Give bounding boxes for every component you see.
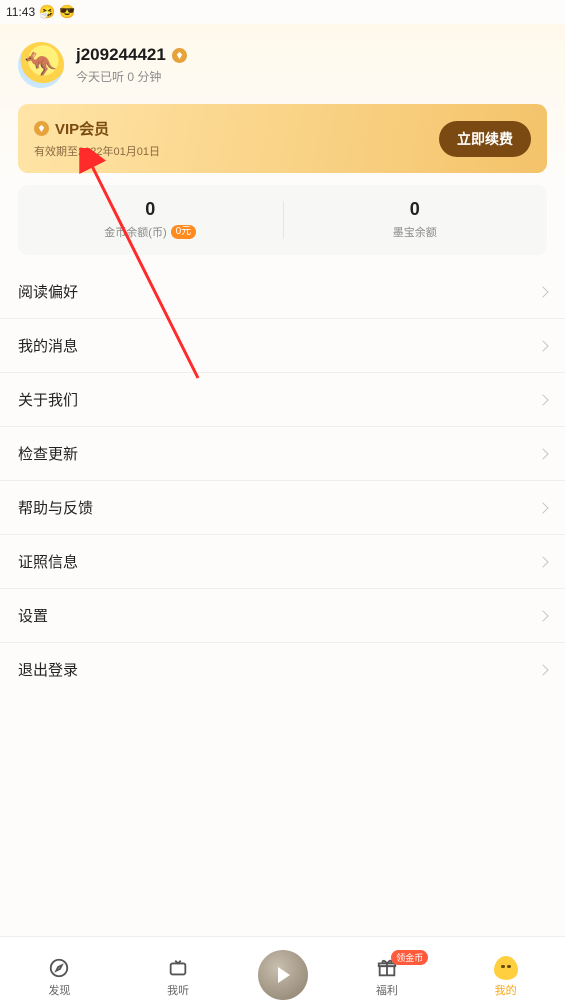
status-bar: 11:43 🤧 😎 xyxy=(0,0,565,24)
tab-discover[interactable]: 发现 xyxy=(0,956,119,998)
menu-label: 帮助与反馈 xyxy=(18,497,93,518)
tv-icon xyxy=(166,956,190,980)
menu-label: 检查更新 xyxy=(18,443,78,464)
vip-title-text: VIP会员 xyxy=(55,118,109,139)
coin-pill: 0元 xyxy=(171,225,197,239)
mobao-value: 0 xyxy=(283,199,548,220)
menu-label: 阅读偏好 xyxy=(18,281,78,302)
coin-label: 金币余额(币) xyxy=(104,224,166,240)
compass-icon xyxy=(47,956,71,980)
username: j209244421 xyxy=(76,45,166,65)
mine-icon xyxy=(494,956,518,980)
diamond-icon xyxy=(34,121,49,136)
tab-label: 我听 xyxy=(167,982,189,998)
menu-label: 退出登录 xyxy=(18,659,78,680)
vip-expiry-text: 有效期至2122年01月01日 xyxy=(34,143,160,159)
chevron-right-icon xyxy=(537,394,548,405)
notif-icon: 🤧 xyxy=(39,4,55,20)
menu-reading-pref[interactable]: 阅读偏好 xyxy=(0,265,565,319)
play-icon xyxy=(278,967,290,983)
chevron-right-icon xyxy=(537,286,548,297)
vip-badge-icon xyxy=(172,48,187,63)
status-time: 11:43 xyxy=(6,5,35,19)
chevron-right-icon xyxy=(537,556,548,567)
menu-settings[interactable]: 设置 xyxy=(0,589,565,643)
menu-check-update[interactable]: 检查更新 xyxy=(0,427,565,481)
vip-card[interactable]: VIP会员 有效期至2122年01月01日 立即续费 xyxy=(18,104,547,173)
menu-messages[interactable]: 我的消息 xyxy=(0,319,565,373)
tab-play-center[interactable] xyxy=(238,950,328,998)
tab-welfare[interactable]: 领金币 福利 xyxy=(328,956,447,998)
menu-label: 设置 xyxy=(18,605,48,626)
chevron-right-icon xyxy=(537,340,548,351)
balance-card: 0 金币余额(币) 0元 0 墨宝余额 xyxy=(18,185,547,255)
coin-balance[interactable]: 0 金币余额(币) 0元 xyxy=(18,199,283,241)
menu-label: 我的消息 xyxy=(18,335,78,356)
menu-label: 证照信息 xyxy=(18,551,78,572)
menu-label: 关于我们 xyxy=(18,389,78,410)
settings-menu: 阅读偏好 我的消息 关于我们 检查更新 帮助与反馈 证照信息 设置 退出登录 xyxy=(0,265,565,696)
menu-license[interactable]: 证照信息 xyxy=(0,535,565,589)
chevron-right-icon xyxy=(537,664,548,675)
mobao-balance[interactable]: 0 墨宝余额 xyxy=(283,199,548,241)
chevron-right-icon xyxy=(537,448,548,459)
menu-about[interactable]: 关于我们 xyxy=(0,373,565,427)
tab-mine[interactable]: 我的 xyxy=(446,956,565,998)
menu-help[interactable]: 帮助与反馈 xyxy=(0,481,565,535)
tab-label: 福利 xyxy=(376,982,398,998)
tab-label: 我的 xyxy=(495,982,517,998)
avatar[interactable] xyxy=(18,42,64,88)
listen-today-text: 今天已听 0 分钟 xyxy=(76,68,187,85)
chevron-right-icon xyxy=(537,502,548,513)
profile-header[interactable]: j209244421 今天已听 0 分钟 xyxy=(18,34,547,98)
tab-label: 发现 xyxy=(48,982,70,998)
tab-bar: 发现 我听 领金币 福利 我的 xyxy=(0,936,565,1004)
tab-listen[interactable]: 我听 xyxy=(119,956,238,998)
chevron-right-icon xyxy=(537,610,548,621)
play-button[interactable] xyxy=(258,950,308,1000)
welfare-badge: 领金币 xyxy=(391,950,428,965)
mobao-label: 墨宝余额 xyxy=(393,224,437,240)
menu-logout[interactable]: 退出登录 xyxy=(0,643,565,696)
notif-icon-2: 😎 xyxy=(59,4,75,20)
vip-renew-button[interactable]: 立即续费 xyxy=(439,121,531,157)
coin-value: 0 xyxy=(18,199,283,220)
